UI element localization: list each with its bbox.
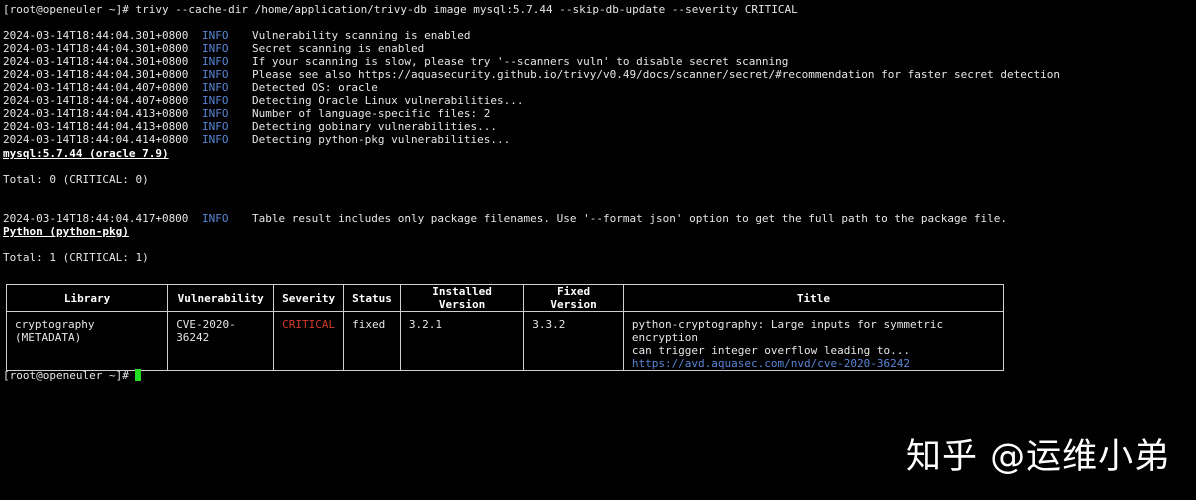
vulnerability-table: Library Vulnerability Severity Status In…	[5, 284, 1005, 371]
log-level: INFO	[202, 81, 229, 94]
log-timestamp: 2024-03-14T18:44:04.301+0800	[3, 29, 189, 42]
log-timestamp: 2024-03-14T18:44:04.413+0800	[3, 120, 189, 133]
column-header-title: Title	[622, 284, 1005, 312]
command-line: [root@openeuler ~]# trivy --cache-dir /h…	[3, 3, 798, 16]
column-header-fixed-version: Fixed Version	[523, 284, 624, 312]
cell-severity: CRITICAL	[273, 311, 345, 371]
title-text-line: python-cryptography: Large inputs for sy…	[631, 318, 944, 344]
log-line: 2024-03-14T18:44:04.407+0800 INFO Detectin…	[3, 81, 524, 107]
log-line: 2024-03-14T18:44:04.301+0800 INFO If your …	[3, 42, 788, 68]
cell-status: fixed	[343, 311, 401, 371]
total-summary: Total: 1 (CRITICAL: 1)	[3, 251, 149, 264]
log-line: 2024-03-14T18:44:04.413+0800 INFO Number o…	[3, 94, 490, 120]
log-timestamp: 2024-03-14T18:44:04.414+0800	[3, 133, 189, 146]
log-message: Number of language-specific files: 2	[252, 107, 491, 120]
column-header-vulnerability: Vulnerability	[167, 284, 275, 312]
log-timestamp: 2024-03-14T18:44:04.407+0800	[3, 94, 189, 107]
log-message: Table result includes only package filen…	[252, 212, 1007, 225]
log-message: Secret scanning is enabled	[252, 42, 425, 55]
log-line: 2024-03-14T18:44:04.407+0800 INFO Detected…	[3, 68, 378, 94]
table-row: cryptography (METADATA) CVE-2020-36242 C…	[5, 311, 1005, 371]
advisory-link[interactable]: https://avd.aquasec.com/nvd/cve-2020-362…	[632, 357, 995, 370]
log-line: 2024-03-14T18:44:04.301+0800 INFO Vulnerab…	[3, 16, 471, 42]
log-message: Detecting Oracle Linux vulnerabilities..…	[252, 94, 524, 107]
log-timestamp: 2024-03-14T18:44:04.417+0800	[3, 212, 189, 225]
column-header-library: Library	[5, 284, 169, 312]
log-level: INFO	[202, 42, 229, 55]
column-header-status: Status	[343, 284, 401, 312]
log-line: 2024-03-14T18:44:04.417+0800 INFO Table re…	[3, 199, 1007, 225]
log-level: INFO	[202, 29, 229, 42]
title-text-line: can trigger integer overflow leading to.…	[631, 344, 910, 357]
log-message: Vulnerability scanning is enabled	[252, 29, 471, 42]
log-line: 2024-03-14T18:44:04.301+0800 INFO Please s…	[3, 55, 1060, 81]
log-level: INFO	[202, 212, 229, 225]
cell-library: cryptography (METADATA)	[5, 311, 169, 371]
log-level: INFO	[202, 94, 229, 107]
log-timestamp: 2024-03-14T18:44:04.301+0800	[3, 42, 189, 55]
log-timestamp: 2024-03-14T18:44:04.301+0800	[3, 68, 189, 81]
log-timestamp: 2024-03-14T18:44:04.413+0800	[3, 107, 189, 120]
cell-installed-version: 3.2.1	[399, 311, 525, 371]
log-level: INFO	[202, 107, 229, 120]
column-header-severity: Severity	[273, 284, 345, 312]
log-level: INFO	[202, 55, 229, 68]
terminal-window[interactable]: [root@openeuler ~]# trivy --cache-dir /h…	[0, 0, 1196, 500]
log-message: Please see also https://aquasecurity.git…	[252, 68, 1060, 81]
log-message: If your scanning is slow, please try '--…	[252, 55, 789, 68]
watermark-text: 知乎 @运维小弟	[906, 437, 1171, 477]
text-cursor	[135, 369, 142, 381]
target-heading: Python (python-pkg)	[3, 225, 129, 238]
cell-vulnerability: CVE-2020-36242	[167, 311, 275, 371]
log-timestamp: 2024-03-14T18:44:04.301+0800	[3, 55, 189, 68]
log-line: 2024-03-14T18:44:04.414+0800 INFO Detectin…	[3, 120, 510, 146]
log-message: Detected OS: oracle	[252, 81, 378, 94]
log-line: 2024-03-14T18:44:04.413+0800 INFO Detectin…	[3, 107, 497, 133]
table-header-row: Library Vulnerability Severity Status In…	[5, 284, 1005, 312]
cell-fixed-version: 3.3.2	[523, 311, 624, 371]
shell-prompt: [root@openeuler ~]#	[3, 369, 136, 382]
log-message: Detecting gobinary vulnerabilities...	[252, 120, 498, 133]
log-level: INFO	[202, 120, 229, 133]
total-summary: Total: 0 (CRITICAL: 0)	[3, 173, 149, 186]
shell-prompt-line[interactable]: [root@openeuler ~]#	[3, 369, 142, 382]
column-header-installed-version: Installed Version	[399, 284, 525, 312]
log-level: INFO	[202, 68, 229, 81]
log-timestamp: 2024-03-14T18:44:04.407+0800	[3, 81, 189, 94]
log-level: INFO	[202, 133, 229, 146]
log-message: Detecting python-pkg vulnerabilities...	[252, 133, 511, 146]
target-heading: mysql:5.7.44 (oracle 7.9)	[3, 147, 169, 160]
log-line: 2024-03-14T18:44:04.301+0800 INFO Secret s…	[3, 29, 424, 55]
cell-title: python-cryptography: Large inputs for sy…	[622, 311, 1005, 371]
